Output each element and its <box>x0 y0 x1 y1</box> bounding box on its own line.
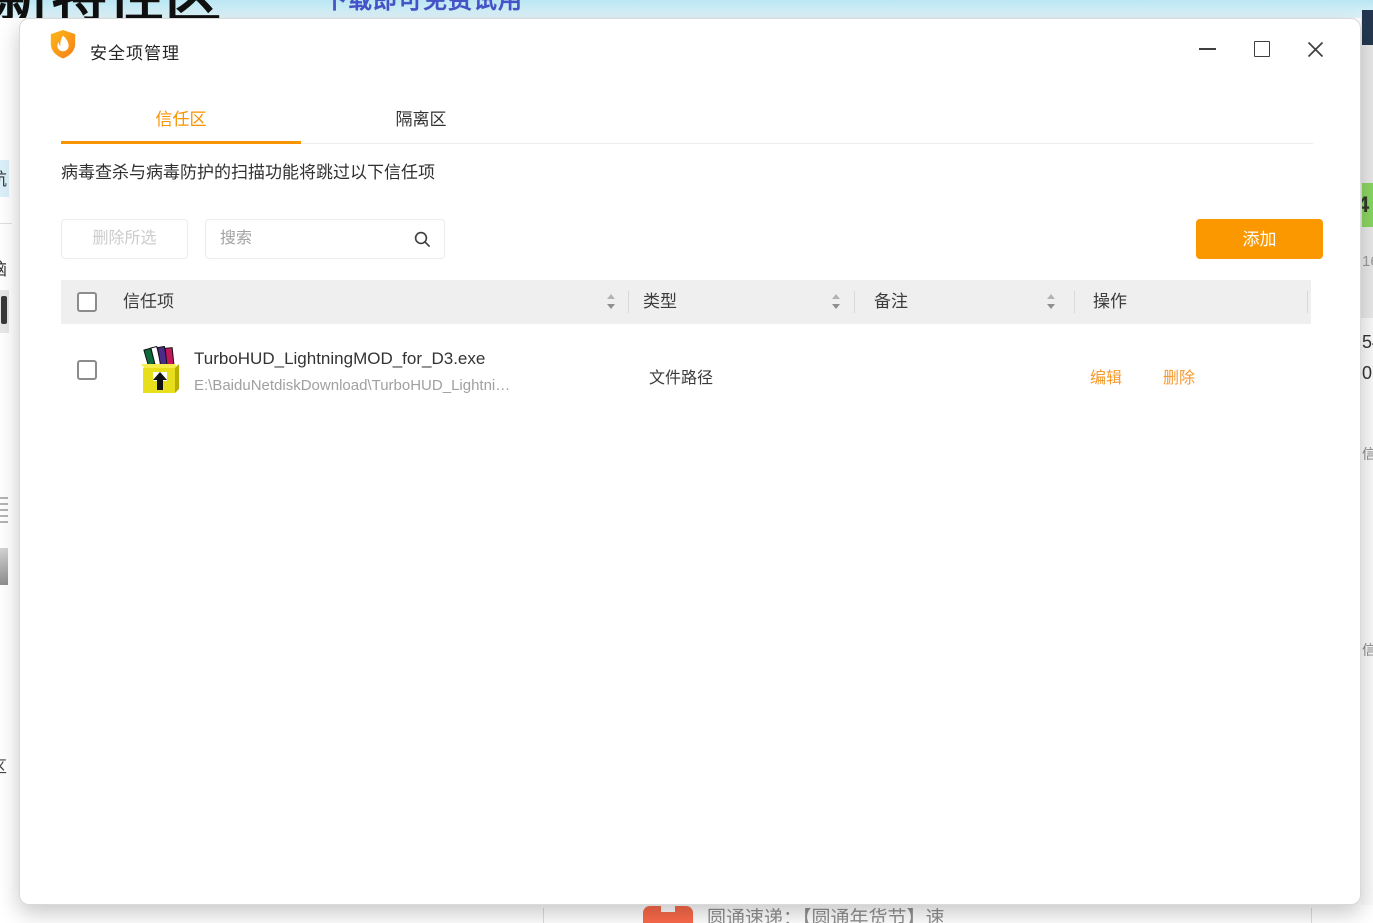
add-button[interactable]: 添加 <box>1196 219 1323 259</box>
flame-shield-icon <box>48 29 78 59</box>
background-nav-fragment-3: 区 <box>0 753 9 777</box>
background-thumbnail-fragment <box>0 548 8 585</box>
background-logo-fragment: 新特性区 <box>0 0 224 18</box>
delete-selected-button[interactable]: 删除所选 <box>61 219 188 259</box>
screen: 新特性区 下载即可免费试用 4 16 54 0: 信 信 航 脑 区 圆通速递：… <box>0 0 1373 923</box>
background-text-fragment-1: 54 <box>1362 332 1373 353</box>
background-banner-text: 下载即可免费试用 <box>323 0 553 14</box>
background-dark-square <box>1362 10 1373 45</box>
background-right-strip-lower <box>1361 318 1373 905</box>
edit-link[interactable]: 编辑 <box>1090 364 1122 388</box>
dialog-title: 安全项管理 <box>90 39 180 64</box>
table-row: TurboHUD_LightningMOD_for_D3.exe E:\Baid… <box>61 324 1311 416</box>
sort-icon-type[interactable] <box>831 292 841 312</box>
background-time-fragment: 16 <box>1362 253 1373 271</box>
sort-icon-trust-item[interactable] <box>606 292 616 312</box>
background-gray-block <box>0 290 9 333</box>
column-divider <box>854 291 855 313</box>
row-checkbox[interactable] <box>77 360 97 380</box>
tab-quarantine-zone[interactable]: 隔离区 <box>301 106 541 134</box>
background-text-fragment-4: 信 <box>1362 640 1373 656</box>
winrar-sfx-archive-icon <box>138 346 184 396</box>
tab-trust-zone[interactable]: 信任区 <box>61 106 301 134</box>
search-icon[interactable] <box>414 231 431 248</box>
active-tab-underline <box>61 141 301 144</box>
search-input[interactable] <box>206 220 420 258</box>
close-icon <box>1307 41 1324 58</box>
background-smalltext-fragment <box>0 497 8 527</box>
column-divider <box>628 291 629 313</box>
column-divider <box>1307 291 1308 313</box>
table-header: 信任项 类型 备注 操作 <box>61 280 1311 324</box>
background-message-text: 圆通速递：【圆通年货节】速 <box>707 903 1307 923</box>
background-green-badge-fragment: 4 <box>1362 183 1373 227</box>
background-divider-fragment <box>0 223 12 224</box>
trust-item-name: TurboHUD_LightningMOD_for_D3.exe <box>194 349 485 369</box>
trust-item-type: 文件路径 <box>649 364 713 388</box>
background-text-fragment-3: 信 <box>1362 444 1373 460</box>
security-items-dialog: 安全项管理 信任区 隔离区 病毒查杀与病毒防护的扫描功能将跳过以下信任项 删除所… <box>19 18 1361 905</box>
trust-zone-description: 病毒查杀与病毒防护的扫描功能将跳过以下信任项 <box>61 158 435 183</box>
background-nav-fragment-2: 脑 <box>0 255 9 281</box>
background-bottom-divider-1 <box>543 908 544 923</box>
column-type: 类型 <box>643 280 677 324</box>
close-button[interactable] <box>1300 35 1330 63</box>
delete-link[interactable]: 删除 <box>1163 364 1195 388</box>
background-text-fragment-2: 0: <box>1362 363 1373 384</box>
sms-message-icon <box>643 906 693 923</box>
column-divider <box>1074 291 1075 313</box>
sort-icon-remark[interactable] <box>1046 292 1056 312</box>
column-actions: 操作 <box>1093 280 1127 324</box>
column-trust-item: 信任项 <box>123 280 174 324</box>
background-right-strip <box>1361 18 1373 318</box>
column-remark: 备注 <box>874 280 908 324</box>
search-box <box>205 219 445 259</box>
trust-item-path: E:\BaiduNetdiskDownload\TurboHUD_Lightni… <box>194 377 510 394</box>
minimize-button[interactable] <box>1192 35 1222 63</box>
background-bottom-divider-2 <box>1311 908 1312 923</box>
background-nav-fragment-1: 航 <box>0 165 9 191</box>
select-all-checkbox[interactable] <box>77 292 97 312</box>
maximize-button[interactable] <box>1247 35 1277 63</box>
